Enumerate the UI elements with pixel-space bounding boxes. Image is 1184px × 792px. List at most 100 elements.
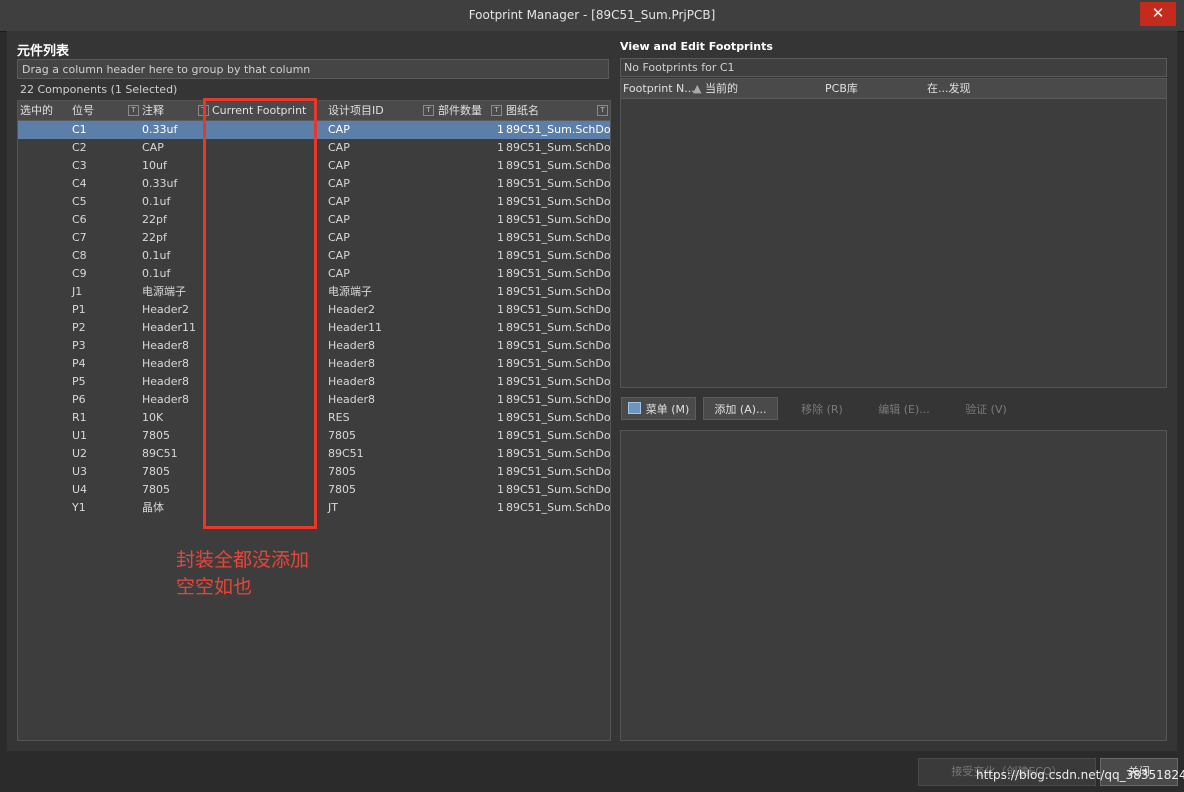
part-count-cell: 1 — [497, 141, 504, 154]
annotation-text-line2: 空空如也 — [176, 576, 253, 598]
designator-cell: U2 — [72, 447, 88, 460]
part-count-cell: 1 — [497, 501, 504, 514]
sheet-name-cell: 89C51_Sum.SchDoc — [506, 231, 611, 244]
filter-icon[interactable]: T — [423, 105, 434, 116]
part-count-cell: 1 — [497, 357, 504, 370]
designator-cell: U3 — [72, 465, 88, 478]
design-item-id-cell: Header11 — [328, 321, 383, 334]
part-count-cell: 1 — [497, 447, 504, 460]
validate-footprint-button[interactable]: 验证 (V) — [950, 397, 1022, 420]
design-item-id-cell: CAP — [328, 159, 350, 172]
part-count-cell: 1 — [497, 195, 504, 208]
part-count-cell: 1 — [497, 123, 504, 136]
column-header-design-item-id[interactable]: 设计项目ID — [328, 101, 384, 120]
sheet-name-cell: 89C51_Sum.SchDoc — [506, 339, 611, 352]
sheet-name-cell: 89C51_Sum.SchDoc — [506, 465, 611, 478]
annotation-highlight-box — [203, 98, 317, 529]
designator-cell: P3 — [72, 339, 86, 352]
part-count-cell: 1 — [497, 159, 504, 172]
comment-cell: 电源端子 — [142, 285, 186, 298]
column-header-selected[interactable]: 选中的 — [20, 101, 53, 120]
part-count-cell: 1 — [497, 213, 504, 226]
filter-icon[interactable]: T — [128, 105, 139, 116]
sheet-name-cell: 89C51_Sum.SchDoc — [506, 501, 611, 514]
edit-footprint-button[interactable]: 编辑 (E)... — [866, 397, 942, 420]
annotation-text-line1: 封装全都没添加 — [176, 549, 310, 571]
part-count-cell: 1 — [497, 483, 504, 496]
design-item-id-cell: 7805 — [328, 429, 356, 442]
filter-icon[interactable]: T — [597, 105, 608, 116]
column-header-found-in[interactable]: 在...发现 — [927, 79, 971, 98]
column-header-part-count[interactable]: 部件数量 — [438, 101, 482, 120]
close-window-icon[interactable]: ✕ — [1140, 2, 1176, 26]
design-item-id-cell: CAP — [328, 177, 350, 190]
part-count-cell: 1 — [497, 393, 504, 406]
comment-cell: Header2 — [142, 303, 190, 316]
component-list-title: 元件列表 — [17, 44, 70, 59]
comment-cell: 7805 — [142, 465, 170, 478]
part-count-cell: 1 — [497, 375, 504, 388]
part-count-cell: 1 — [497, 285, 504, 298]
menu-icon — [627, 402, 641, 414]
filter-icon[interactable]: T — [491, 105, 502, 116]
design-item-id-cell: Header2 — [328, 303, 376, 316]
comment-cell: 10uf — [142, 159, 167, 172]
column-header-pcb-library[interactable]: PCB库 — [825, 79, 858, 98]
designator-cell: R1 — [72, 411, 87, 424]
design-item-id-cell: 7805 — [328, 483, 356, 496]
menu-button[interactable]: 菜单 (M) — [621, 397, 696, 420]
sheet-name-cell: 89C51_Sum.SchDoc — [506, 393, 611, 406]
column-header-designator[interactable]: 位号 — [72, 101, 94, 120]
column-header-footprint-name[interactable]: Footprint N... — [623, 79, 695, 98]
comment-cell: Header8 — [142, 357, 190, 370]
comment-cell: Header8 — [142, 375, 190, 388]
designator-cell: C4 — [72, 177, 87, 190]
designator-cell: C1 — [72, 123, 87, 136]
comment-cell: 0.1uf — [142, 195, 171, 208]
sheet-name-cell: 89C51_Sum.SchDoc — [506, 483, 611, 496]
sheet-name-cell: 89C51_Sum.SchDoc — [506, 303, 611, 316]
group-by-bar[interactable]: Drag a column header here to group by th… — [17, 59, 609, 79]
remove-footprint-button[interactable]: 移除 (R) — [786, 397, 858, 420]
designator-cell: P4 — [72, 357, 86, 370]
sheet-name-cell: 89C51_Sum.SchDoc — [506, 249, 611, 262]
part-count-cell: 1 — [497, 465, 504, 478]
column-header-current[interactable]: 当前的 — [705, 79, 738, 98]
sheet-name-cell: 89C51_Sum.SchDoc — [506, 141, 611, 154]
design-item-id-cell: Header8 — [328, 393, 376, 406]
design-item-id-cell: JT — [328, 501, 338, 514]
part-count-cell: 1 — [497, 429, 504, 442]
design-item-id-cell: Header8 — [328, 357, 376, 370]
design-item-id-cell: CAP — [328, 267, 350, 280]
footprint-preview-panel — [620, 430, 1167, 741]
part-count-cell: 1 — [497, 339, 504, 352]
sheet-name-cell: 89C51_Sum.SchDoc — [506, 123, 611, 136]
design-item-id-cell: CAP — [328, 141, 350, 154]
sheet-name-cell: 89C51_Sum.SchDoc — [506, 447, 611, 460]
design-item-id-cell: Header8 — [328, 339, 376, 352]
designator-cell: P6 — [72, 393, 86, 406]
comment-cell: 0.1uf — [142, 267, 171, 280]
comment-cell: 0.1uf — [142, 249, 171, 262]
comment-cell: 10K — [142, 411, 164, 424]
part-count-cell: 1 — [497, 267, 504, 280]
column-header-sheet-name[interactable]: 图纸名 — [506, 101, 539, 120]
sheet-name-cell: 89C51_Sum.SchDoc — [506, 429, 611, 442]
designator-cell: P2 — [72, 321, 86, 334]
designator-cell: C9 — [72, 267, 87, 280]
no-footprints-label: No Footprints for C1 — [620, 58, 1167, 77]
add-footprint-button[interactable]: 添加 (A)... — [703, 397, 778, 420]
designator-cell: U4 — [72, 483, 88, 496]
designator-cell: C8 — [72, 249, 87, 262]
footprint-grid[interactable]: Footprint N... ▲ 当前的 PCB库 在...发现 — [620, 78, 1167, 388]
comment-cell: Header11 — [142, 321, 197, 334]
design-item-id-cell: 89C51 — [328, 447, 364, 460]
component-count: 22 Components (1 Selected) — [17, 81, 614, 99]
comment-cell: Header8 — [142, 393, 190, 406]
sheet-name-cell: 89C51_Sum.SchDoc — [506, 375, 611, 388]
comment-cell: 晶体 — [142, 501, 164, 514]
design-item-id-cell: CAP — [328, 195, 350, 208]
comment-cell: 7805 — [142, 429, 170, 442]
column-header-comment[interactable]: 注释 — [142, 101, 164, 120]
watermark-text: https://blog.csdn.net/qq_38351824 — [976, 768, 1184, 782]
